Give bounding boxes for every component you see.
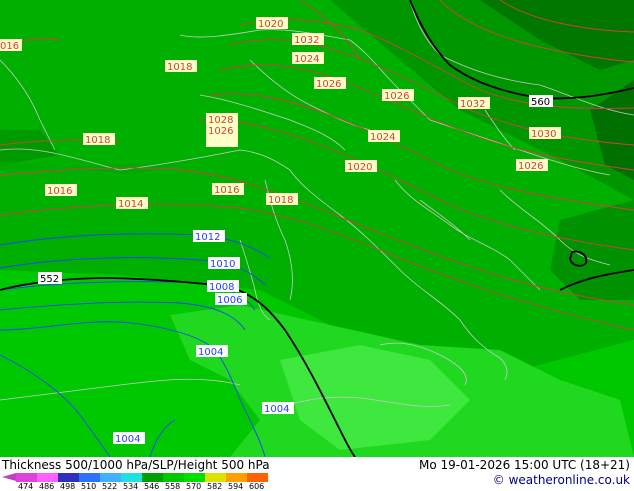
legend-swatch [247, 473, 268, 482]
legend-swatch [16, 473, 37, 482]
svg-text:1018: 1018 [268, 195, 293, 206]
isobar-label: 1016 [212, 183, 244, 196]
isobar-label: 1026 [382, 89, 414, 102]
legend-swatch [205, 473, 226, 482]
credit-link[interactable]: © weatheronline.co.uk [493, 473, 630, 487]
svg-text:560: 560 [531, 97, 550, 108]
svg-text:1006: 1006 [217, 295, 242, 306]
isobar-label: 1030 [529, 127, 561, 140]
svg-text:1026: 1026 [384, 91, 409, 102]
svg-text:1028: 1028 [208, 115, 233, 126]
svg-text:1032: 1032 [294, 35, 319, 46]
map-footer: Thickness 500/1000 hPa/SLP/Height 500 hP… [0, 457, 634, 491]
height-label: 552 [38, 272, 62, 285]
legend-swatch [163, 473, 184, 482]
isobar-label: 1018 [165, 60, 197, 73]
height-label: 560 [529, 95, 553, 108]
svg-text:1016: 1016 [214, 185, 239, 196]
legend-swatch [226, 473, 247, 482]
svg-text:1026: 1026 [208, 126, 233, 137]
isobar-label: 1032 [458, 97, 490, 110]
isobar-label: 1026 [314, 77, 346, 90]
svg-text:1004: 1004 [115, 434, 140, 445]
legend-bar [16, 473, 268, 482]
legend-swatch [79, 473, 100, 482]
isobar-label: 1004 [196, 345, 228, 358]
isobar-label: 1032 [292, 33, 324, 46]
legend-arrow [2, 473, 16, 481]
svg-text:1024: 1024 [370, 132, 395, 143]
svg-text:1010: 1010 [210, 259, 235, 270]
legend-swatch [142, 473, 163, 482]
isobar-label: 10281026 [206, 113, 238, 147]
isobar-label: 1012 [193, 230, 225, 243]
isobar-label: 1004 [262, 402, 294, 415]
color-legend: 474 486 498 510 522 534 546 558 570 582 594 606 [2, 472, 332, 491]
svg-text:1020: 1020 [258, 19, 283, 30]
isobar-label: 1024 [368, 130, 400, 143]
svg-text:1024: 1024 [294, 54, 319, 65]
isobar-label: 1008 [207, 280, 239, 293]
svg-text:1012: 1012 [195, 232, 220, 243]
svg-text:1018: 1018 [85, 135, 110, 146]
isobar-label: 1020 [256, 17, 288, 30]
map-canvas: 1020 1032 1024 1018 1026 1026 1032 10281… [0, 0, 634, 457]
isobar-label: 1010 [208, 257, 240, 270]
svg-text:1026: 1026 [316, 79, 341, 90]
legend-swatch [37, 473, 58, 482]
svg-text:1004: 1004 [198, 347, 223, 358]
svg-text:016: 016 [0, 41, 19, 52]
svg-text:1004: 1004 [264, 404, 289, 415]
svg-text:1008: 1008 [209, 282, 234, 293]
isobar-label: 1020 [345, 160, 377, 173]
isobar-label: 1024 [292, 52, 324, 65]
svg-text:1016: 1016 [47, 186, 72, 197]
isobar-label: 1018 [83, 133, 115, 146]
legend-swatch [184, 473, 205, 482]
weather-map: 1020 1032 1024 1018 1026 1026 1032 1028 1… [0, 0, 634, 457]
legend-swatch [121, 473, 142, 482]
isobar-label: 1026 [516, 159, 548, 172]
svg-text:1014: 1014 [118, 199, 143, 210]
forecast-datetime: Mo 19-01-2026 15:00 UTC (18+21) [418, 458, 630, 472]
svg-text:1030: 1030 [531, 129, 556, 140]
svg-text:1020: 1020 [347, 162, 372, 173]
legend-swatch [58, 473, 79, 482]
svg-text:1018: 1018 [167, 62, 192, 73]
svg-text:552: 552 [40, 274, 59, 285]
isobar-label: 1014 [116, 197, 148, 210]
isobar-label: 1018 [266, 193, 298, 206]
svg-text:1032: 1032 [460, 99, 485, 110]
isobar-label: 1016 [45, 184, 77, 197]
map-title: Thickness 500/1000 hPa/SLP/Height 500 hP… [2, 458, 270, 472]
isobar-label: 1004 [113, 432, 145, 445]
svg-text:1026: 1026 [518, 161, 543, 172]
legend-swatch [100, 473, 121, 482]
isobar-label: 016 [0, 39, 22, 52]
isobar-label: 1006 [215, 293, 247, 306]
